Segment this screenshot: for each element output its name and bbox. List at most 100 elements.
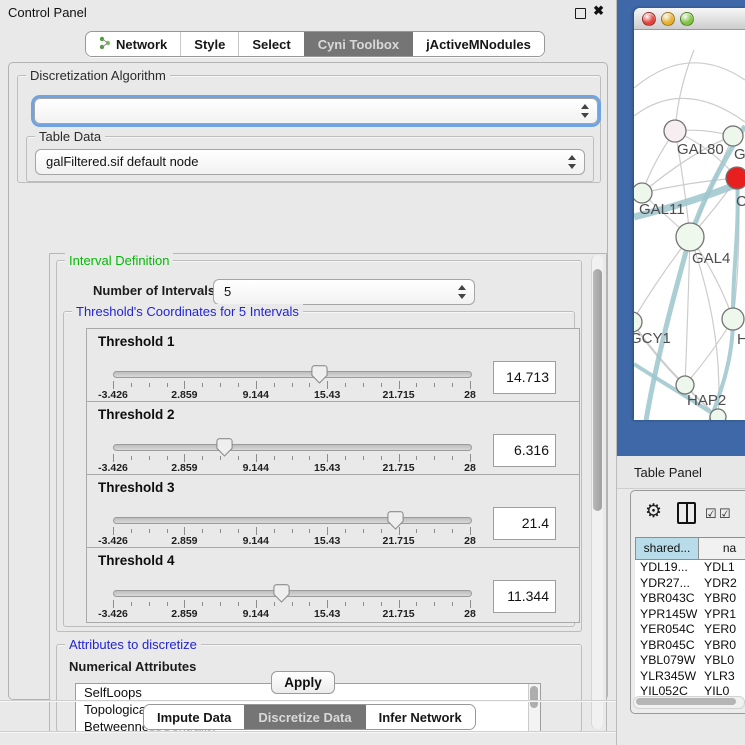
table-row[interactable]: YBL079WYBL0 [635, 653, 745, 669]
tick-mark [292, 456, 293, 460]
table-row[interactable]: YBR045CYBR0 [635, 638, 745, 654]
column-header-na[interactable]: na [699, 537, 745, 560]
threshold-value-field[interactable]: 11.344 [493, 580, 556, 613]
split-columns-icon[interactable] [677, 502, 696, 524]
tick-label: 21.715 [383, 389, 415, 401]
tick-mark [131, 456, 132, 460]
close-traffic-light-icon[interactable] [642, 12, 656, 26]
slider-track[interactable] [113, 371, 472, 378]
column-header-shared[interactable]: shared... [635, 537, 699, 560]
tick-mark [452, 602, 453, 606]
threshold-value-field[interactable]: 21.4 [493, 507, 556, 540]
node-table: shared...na YDL19...YDL1YDR27...YDR2YBR0… [635, 537, 745, 700]
threshold-slider[interactable]: -3.4262.8599.14415.4321.71528 [113, 586, 470, 618]
table-row[interactable]: YLR345WYLR3 [635, 669, 745, 685]
tick-mark [220, 529, 221, 533]
tick-mark [256, 381, 257, 389]
tab-cyni-toolbox[interactable]: Cyni Toolbox [304, 32, 412, 56]
tick-mark [274, 602, 275, 606]
network-node[interactable] [634, 312, 642, 332]
threshold-slider[interactable]: -3.4262.8599.14415.4321.71528 [113, 367, 470, 399]
network-node[interactable] [634, 183, 652, 203]
tick-mark [327, 600, 328, 608]
algorithm-combo[interactable] [34, 98, 598, 124]
tick-mark [131, 529, 132, 533]
table-cell: YDL19... [635, 560, 699, 576]
slider-track[interactable] [113, 517, 472, 524]
number-of-intervals-value: 5 [224, 284, 231, 299]
tick-mark [238, 602, 239, 606]
network-edge[interactable] [675, 50, 694, 131]
network-edge[interactable] [634, 237, 690, 322]
tick-mark [327, 381, 328, 389]
network-node[interactable] [726, 167, 745, 189]
minimize-traffic-light-icon[interactable] [661, 12, 675, 26]
network-node-label: GAL11 [639, 201, 685, 218]
float-window-icon[interactable] [575, 8, 586, 19]
table-row[interactable]: YDR27...YDR2 [635, 576, 745, 592]
network-node[interactable] [664, 120, 686, 142]
tab-jactivemnodules[interactable]: jActiveMNodules [412, 32, 544, 56]
slider-tick-labels: -3.4262.8599.14415.4321.71528 [113, 462, 470, 474]
tick-mark [149, 602, 150, 606]
tick-mark [381, 383, 382, 387]
network-graph[interactable]: GAL80GACGAL11GAL4GCY1HHAP2 [634, 30, 745, 420]
slider-track[interactable] [113, 590, 472, 597]
discretization-algorithm-label: Discretization Algorithm [26, 68, 170, 83]
stepper-icon [458, 285, 466, 299]
scrollbar-thumb[interactable] [530, 686, 538, 708]
network-icon [99, 36, 111, 53]
network-node[interactable] [723, 126, 743, 146]
table-cell: YDR27... [635, 576, 699, 592]
apply-button[interactable]: Apply [271, 671, 335, 694]
threshold-value-field[interactable]: 14.713 [493, 361, 556, 394]
network-canvas[interactable]: GAL80GACGAL11GAL4GCY1HHAP2 [634, 30, 745, 420]
threshold-panel: Threshold 4 -3.4262.8599.14415.4321.7152… [86, 547, 580, 623]
slider-track[interactable] [113, 444, 472, 451]
table-row[interactable]: YER054CYER0 [635, 622, 745, 638]
table-row[interactable]: YDL19...YDL1 [635, 560, 745, 576]
checkbox-icon[interactable]: ☑ [719, 506, 731, 522]
tab-discretize-data[interactable]: Discretize Data [244, 705, 364, 729]
right-panel: GAL80GACGAL11GAL4GCY1HHAP2 Table Panel ⚙… [617, 0, 745, 745]
scrollbar-thumb[interactable] [593, 269, 602, 511]
gear-icon[interactable]: ⚙ [645, 500, 662, 523]
network-node-label: GA [734, 146, 745, 163]
network-node-label: H [737, 331, 745, 348]
tick-label: 2.859 [171, 462, 197, 474]
threshold-value-field[interactable]: 6.316 [493, 434, 556, 467]
table-row[interactable]: YBR043CYBR0 [635, 591, 745, 607]
tab-network[interactable]: Network [86, 32, 180, 56]
threshold-slider[interactable]: -3.4262.8599.14415.4321.71528 [113, 440, 470, 472]
tab-label: Cyni Toolbox [318, 37, 399, 52]
threshold-slider[interactable]: -3.4262.8599.14415.4321.71528 [113, 513, 470, 545]
tab-style[interactable]: Style [180, 32, 238, 56]
attributes-group-label: Attributes to discretize [65, 637, 201, 652]
network-edge[interactable] [634, 98, 745, 122]
attributes-scrollbar[interactable] [528, 684, 540, 732]
tab-infer-network[interactable]: Infer Network [365, 705, 475, 729]
checkbox-icon[interactable]: ☑ [705, 506, 717, 522]
network-node[interactable] [710, 409, 726, 420]
tab-impute-data[interactable]: Impute Data [144, 705, 244, 729]
table-horizontal-scrollbar[interactable] [633, 696, 745, 709]
network-node[interactable] [676, 223, 704, 251]
network-edge-highlighted[interactable] [710, 178, 738, 420]
table-row[interactable]: YPR145WYPR1 [635, 607, 745, 623]
tick-label: 15.43 [314, 389, 340, 401]
table-data-label: Table Data [35, 129, 105, 144]
close-icon[interactable]: ✖ [593, 3, 604, 19]
interval-definition-group: Interval Definition Number of Intervals … [56, 260, 582, 632]
zoom-traffic-light-icon[interactable] [680, 12, 694, 26]
scrollbar-thumb[interactable] [636, 698, 736, 705]
tick-mark [470, 527, 471, 535]
number-of-intervals-combo[interactable]: 5 [213, 279, 475, 305]
table-data-combo[interactable]: galFiltered.sif default node [35, 149, 585, 175]
tick-label: 9.144 [243, 462, 269, 474]
network-node[interactable] [722, 308, 744, 330]
tab-select[interactable]: Select [238, 32, 303, 56]
network-edge[interactable] [634, 63, 745, 88]
network-window: GAL80GACGAL11GAL4GCY1HHAP2 [634, 8, 745, 420]
settings-viewport: Interval Definition Number of Intervals … [49, 253, 607, 733]
settings-scrollbar[interactable] [591, 255, 603, 729]
